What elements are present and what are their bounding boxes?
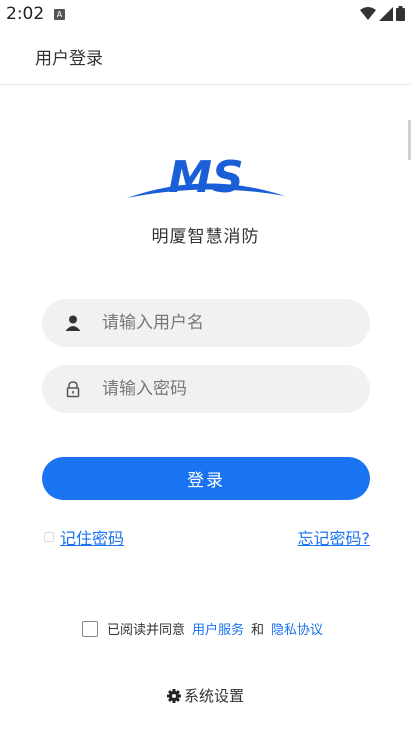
username-input[interactable] [102, 299, 352, 347]
remember-password[interactable]: 记住密码 [44, 525, 124, 549]
system-settings-button[interactable]: 系统设置 [0, 685, 411, 706]
brand-name: 明厦智慧消防 [151, 227, 260, 247]
agreement-conjunction: 和 [251, 623, 265, 638]
password-input[interactable] [102, 365, 352, 413]
privacy-link[interactable]: 隐私协议 [271, 619, 323, 638]
status-icons [360, 6, 405, 21]
status-bar: 2:02 A [0, 0, 411, 30]
user-icon [65, 315, 81, 331]
battery-icon [396, 6, 405, 21]
page-title: 用户登录 [35, 49, 103, 69]
forgot-password-link[interactable]: 忘记密码? [298, 525, 371, 549]
lock-icon [66, 381, 80, 398]
remember-password-label[interactable]: 记住密码 [60, 525, 124, 549]
agreement-prefix: 已阅读并同意 [107, 623, 186, 638]
agreement-checkbox[interactable] [82, 620, 98, 637]
login-button[interactable]: 登录 [42, 457, 370, 500]
signal-icon [379, 6, 393, 21]
remember-checkbox[interactable] [44, 532, 54, 542]
status-time: 2:02 [6, 4, 45, 24]
notification-icon: A [54, 9, 65, 20]
system-settings-label: 系统设置 [183, 687, 244, 705]
agreement-row: 已阅读并同意 用户服务 和 隐私协议 [82, 619, 323, 638]
service-link[interactable]: 用户服务 [192, 619, 244, 638]
ms-logo: MS [127, 152, 285, 203]
password-field[interactable] [42, 365, 370, 413]
logo-text: MS [168, 152, 243, 203]
username-field[interactable] [42, 299, 370, 347]
wifi-icon [360, 6, 376, 20]
gear-icon [166, 688, 181, 703]
app-bar: 用户登录 [0, 30, 411, 85]
